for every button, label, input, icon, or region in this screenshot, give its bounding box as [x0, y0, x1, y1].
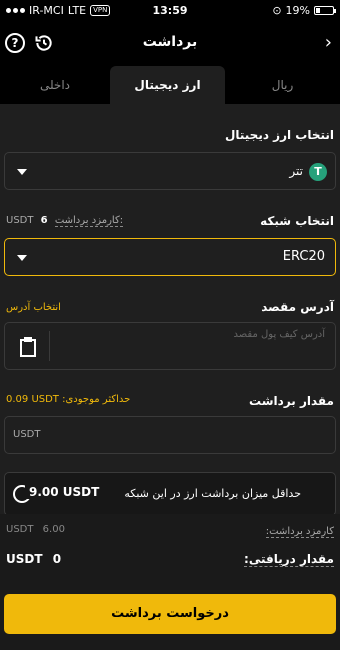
- divider: [49, 331, 50, 361]
- max-balance-label: حداکثر موجودی:: [62, 394, 131, 405]
- currency-label: انتخاب ارز دیجیتال: [224, 128, 334, 142]
- submit-withdraw-button[interactable]: درخواست برداشت: [4, 594, 336, 634]
- network-fee-label: کارمزد برداشت:: [54, 215, 124, 227]
- min-withdraw-notice: حداقل میزان برداشت ارز در این شبکه 9.00 …: [4, 472, 336, 516]
- amount-label: مقدار برداشت: [249, 394, 334, 408]
- page-title: برداشت: [142, 34, 198, 50]
- battery-percent: 19%: [285, 4, 310, 17]
- address-input[interactable]: آدرس کیف پول مقصد: [4, 322, 336, 370]
- tab-rial[interactable]: ریال: [225, 66, 340, 104]
- tab-bar: ریال ارز دیجیتال داخلی: [0, 66, 340, 104]
- address-placeholder: آدرس کیف پول مقصد: [233, 329, 325, 340]
- amount-input[interactable]: USDT: [4, 416, 336, 454]
- network-fee-unit: USDT: [6, 215, 34, 226]
- summary-fee-value: 6.00: [42, 524, 65, 535]
- amount-unit: USDT: [13, 429, 41, 440]
- chevron-down-icon: [17, 169, 27, 175]
- max-balance[interactable]: حداکثر موجودی: 0.09 USDT: [6, 394, 130, 405]
- withdraw-form: انتخاب ارز دیجیتال T تتر انتخاب شبکه USD…: [0, 104, 340, 650]
- summary-fee-label: کارمزد برداشت:: [265, 526, 334, 538]
- network-value: ERC20: [282, 249, 325, 264]
- header: ? برداشت ›: [0, 26, 340, 62]
- tab-internal[interactable]: داخلی: [0, 66, 110, 104]
- clipboard-icon[interactable]: [19, 336, 37, 358]
- currency-value: تتر: [289, 164, 303, 178]
- tether-icon: T: [309, 163, 327, 181]
- network-fee-value: 6: [40, 215, 48, 226]
- tab-crypto[interactable]: ارز دیجیتال: [110, 66, 225, 104]
- summary-receive-value: 0: [52, 552, 62, 566]
- notice-value: 9.00 USDT: [25, 485, 104, 499]
- network-select[interactable]: ERC20: [4, 238, 336, 276]
- chevron-down-icon: [17, 255, 27, 261]
- network-fee: USDT 6 کارمزد برداشت:: [6, 215, 124, 227]
- currency-select[interactable]: T تتر: [4, 152, 336, 190]
- summary-receive-label: مقدار دریافتی:: [244, 552, 334, 567]
- summary-fee: USDT 6.00: [6, 524, 65, 535]
- notice-text: حداقل میزان برداشت ارز در این شبکه: [124, 487, 301, 500]
- summary-fee-unit: USDT: [6, 524, 34, 535]
- alarm-icon: ⊙: [272, 4, 282, 17]
- summary-receive-unit: USDT: [6, 552, 43, 566]
- status-bar: IR-MCI LTE VPN 13:59 ⊙ 19%: [0, 0, 340, 22]
- select-address-link[interactable]: انتخاب آدرس: [6, 302, 61, 313]
- network-label: انتخاب شبکه: [260, 214, 334, 228]
- chevron-right-icon[interactable]: ›: [325, 32, 332, 53]
- battery-icon: [314, 6, 336, 15]
- max-balance-value: 0.09 USDT: [6, 394, 59, 405]
- address-label: آدرس مقصد: [261, 300, 334, 314]
- summary-receive: USDT 0: [6, 552, 61, 566]
